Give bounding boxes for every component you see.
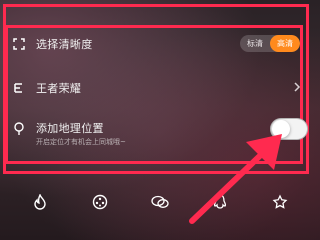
chevron-right-icon[interactable] [290,80,304,94]
flame-icon[interactable] [30,192,50,212]
clarity-row: 选择清晰度 标清 高清 [12,35,308,53]
location-row: 添加地理位置 开启定位才有机会上同城哦~ [12,118,308,147]
share-icon-bar [0,190,320,214]
list-lines-icon [12,81,26,95]
chat-bubble-icon[interactable] [150,192,170,212]
location-text: 添加地理位置 开启定位才有机会上同城哦~ [36,120,126,147]
clarity-segmented-control[interactable]: 标清 高清 [240,35,300,52]
clarity-option-hd[interactable]: 高清 [270,35,300,52]
clarity-label: 选择清晰度 [36,38,93,51]
film-reel-icon[interactable] [90,192,110,212]
location-toggle[interactable] [270,118,308,140]
location-pin-icon [12,122,26,136]
game-row[interactable]: 王者荣耀 [12,80,308,96]
fullscreen-corners-icon [12,37,26,51]
share-star-icon[interactable] [270,192,290,212]
location-sublabel: 开启定位才有机会上同城哦~ [36,137,126,146]
location-label: 添加地理位置 [36,121,104,135]
penguin-icon[interactable] [210,192,230,212]
game-label: 王者荣耀 [36,82,82,95]
clarity-option-standard[interactable]: 标清 [240,35,270,52]
toggle-knob [272,120,290,138]
